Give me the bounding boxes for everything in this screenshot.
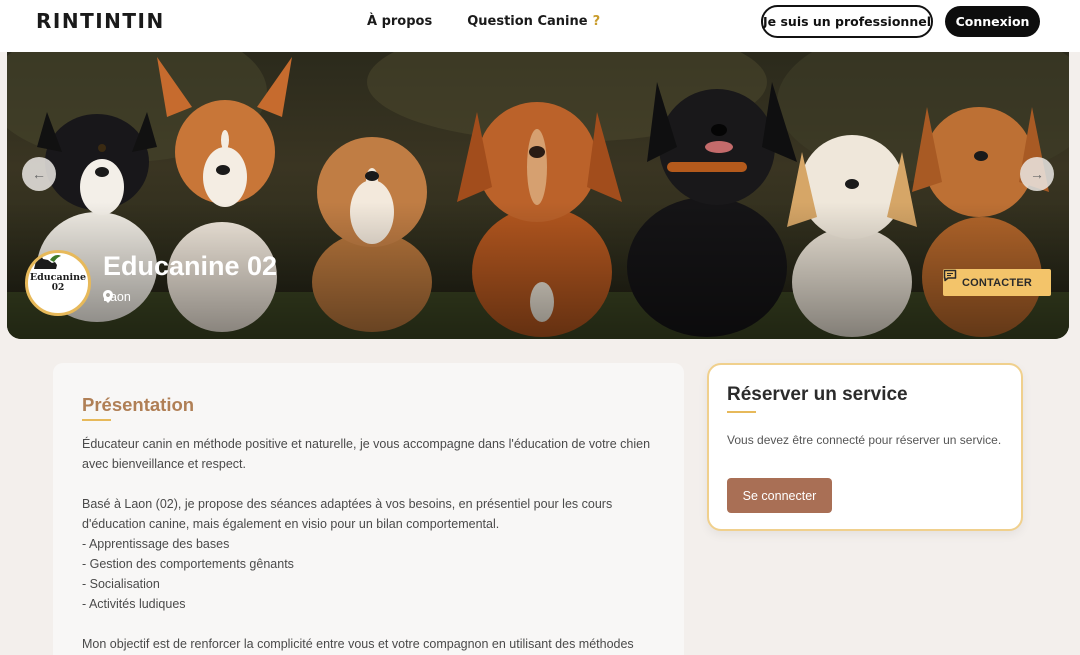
booking-title: Réserver un service <box>727 384 908 405</box>
dog-silhouette-icon <box>34 255 61 269</box>
carousel-next-button[interactable]: → <box>1020 157 1054 191</box>
chat-icon <box>943 269 957 282</box>
top-navbar: RINTINTIN À propos Question Canine? Je s… <box>0 0 1080 52</box>
profile-avatar: Educanine 02 <box>25 250 91 316</box>
title-underline <box>82 419 111 421</box>
avatar-sub-text: 02 <box>51 283 65 293</box>
presentation-paragraph: Basé à Laon (02), je propose des séances… <box>82 497 613 531</box>
nav-link-question-canine[interactable]: Question Canine? <box>467 14 600 29</box>
presentation-title: Présentation <box>82 394 195 415</box>
connect-button[interactable]: Se connecter <box>727 478 832 513</box>
profile-location: Laon <box>103 290 131 304</box>
carousel-prev-button[interactable]: ← <box>22 157 56 191</box>
presentation-paragraph: Mon objectif est de renforcer la complic… <box>82 637 634 651</box>
avatar-brand-text: Educanine <box>29 272 87 283</box>
presentation-list-item: - Gestion des comportements gênants <box>82 557 294 571</box>
professional-button[interactable]: Je suis un professionnel <box>761 5 933 38</box>
contact-button-label: CONTACTER <box>961 276 1033 289</box>
presentation-list-item: - Socialisation <box>82 577 160 591</box>
arrow-left-icon: ← <box>32 166 46 182</box>
login-button[interactable]: Connexion <box>945 6 1040 37</box>
booking-card: Réserver un service Vous devez être conn… <box>707 363 1023 531</box>
contact-button[interactable]: CONTACTER <box>943 269 1051 296</box>
booking-login-notice: Vous devez être connecté pour réserver u… <box>727 433 1002 447</box>
arrow-right-icon: → <box>1030 166 1044 182</box>
map-pin-icon <box>103 290 113 303</box>
presentation-paragraph: Éducateur canin en méthode positive et n… <box>82 437 651 471</box>
site-logo[interactable]: RINTINTIN <box>36 9 165 33</box>
profile-title: Educanine 02 <box>103 251 278 281</box>
hero-banner: ← → Educanine 02 Educanine 02 Laon CONTA… <box>7 52 1069 339</box>
title-underline <box>727 411 756 413</box>
presentation-list-item: - Apprentissage des bases <box>82 537 230 551</box>
nav-link-about[interactable]: À propos <box>367 14 432 29</box>
question-mark-icon: ? <box>592 14 601 29</box>
presentation-card: Présentation Éducateur canin en méthode … <box>53 363 684 655</box>
main-nav: À propos Question Canine? <box>367 14 600 29</box>
presentation-list-item: - Activités ludiques <box>82 597 186 611</box>
presentation-text: Éducateur canin en méthode positive et n… <box>82 434 672 654</box>
